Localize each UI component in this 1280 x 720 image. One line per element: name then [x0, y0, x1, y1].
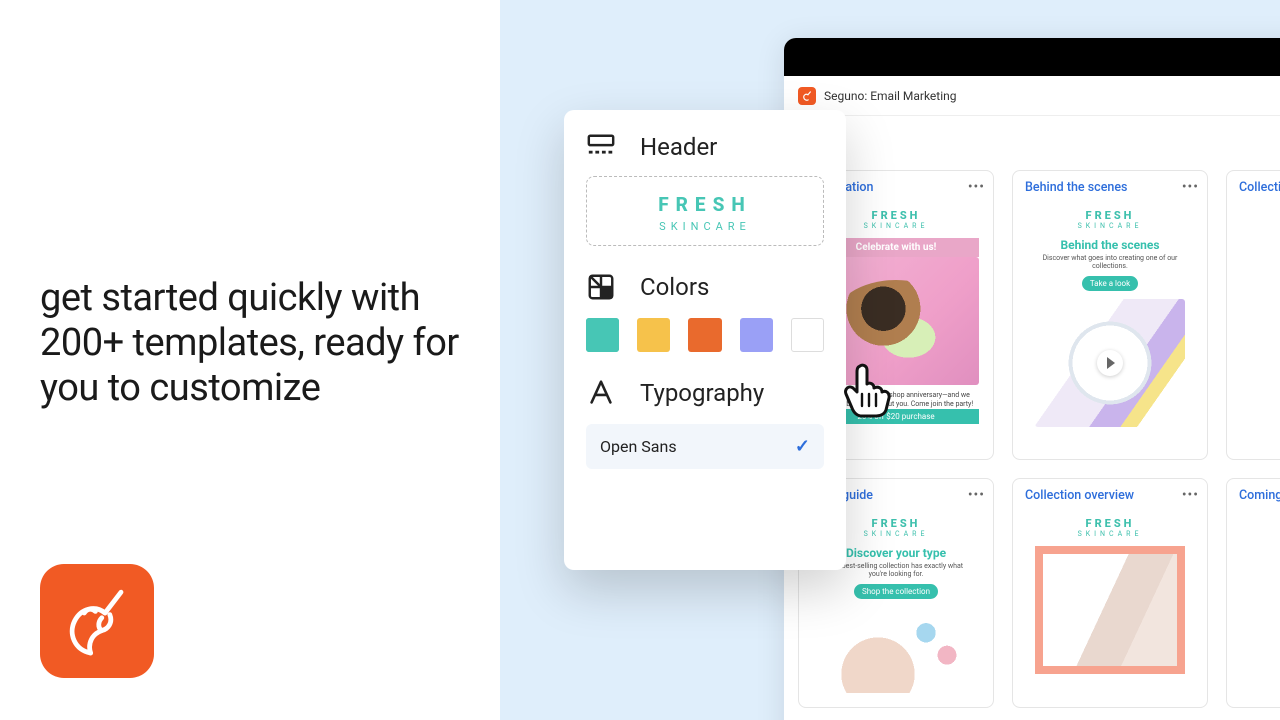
mock-title: Behind the scenes	[1035, 238, 1185, 252]
logo-line2: SKINCARE	[597, 220, 813, 233]
color-swatch[interactable]	[791, 318, 824, 352]
logo-dropzone[interactable]: FRESH SKINCARE	[586, 176, 824, 246]
customize-panel: Header FRESH SKINCARE Colors	[564, 110, 846, 570]
template-card[interactable]: Collecti ••• FRESHSKINCARE	[1226, 170, 1280, 460]
check-icon: ✓	[795, 436, 810, 457]
color-swatch[interactable]	[740, 318, 773, 352]
color-swatch[interactable]	[688, 318, 721, 352]
more-icon[interactable]: •••	[968, 179, 985, 195]
mock-brand: FRESH	[1249, 517, 1280, 530]
unicorn-icon	[57, 581, 137, 661]
color-swatch[interactable]	[586, 318, 619, 352]
app-name: Seguno: Email Marketing	[824, 89, 957, 103]
app-header: Seguno: Email Marketing	[784, 76, 1280, 116]
mock-cta: Shop the collection	[854, 584, 938, 599]
marketing-headline: get started quickly with 200+ templates,…	[40, 276, 470, 410]
brand-logo	[40, 564, 154, 678]
template-title: Behind the scenes	[1025, 180, 1127, 195]
templates-grid: celebration ••• FRESHSKINCARE Celebrate …	[784, 170, 1280, 708]
template-card[interactable]: Collection overview ••• FRESHSKINCARE	[1012, 478, 1208, 708]
mock-brand-sub: SKINCARE	[1035, 222, 1185, 230]
mock-image	[821, 607, 971, 693]
mock-image	[1035, 546, 1185, 674]
mock-brand: FRESH	[1035, 209, 1185, 222]
template-card[interactable]: Coming ••• FRESHSKINCARE	[1226, 478, 1280, 708]
template-title: Coming	[1239, 488, 1280, 503]
template-card[interactable]: Behind the scenes ••• FRESHSKINCARE Behi…	[1012, 170, 1208, 460]
pointer-cursor-icon	[840, 360, 892, 418]
colors-section-icon	[586, 272, 616, 302]
header-section-label: Header	[640, 133, 717, 161]
typography-section-icon	[586, 378, 616, 408]
mock-brand: FRESH	[1249, 209, 1280, 222]
more-icon[interactable]: •••	[1182, 179, 1199, 195]
mock-image	[1249, 238, 1280, 428]
font-selector[interactable]: Open Sans ✓	[586, 424, 824, 469]
mock-brand-sub: SKINCARE	[1249, 222, 1280, 230]
more-icon[interactable]: •••	[968, 487, 985, 503]
window-titlebar	[784, 38, 1280, 76]
color-swatches	[586, 318, 824, 352]
mock-cta: Take a look	[1082, 276, 1138, 291]
font-name: Open Sans	[600, 437, 677, 456]
play-icon	[1097, 350, 1123, 376]
colors-section-label: Colors	[640, 273, 709, 301]
typography-section-label: Typography	[640, 379, 764, 407]
app-icon	[798, 87, 816, 105]
mock-brand-sub: SKINCARE	[1035, 530, 1185, 538]
mock-subtitle: Discover what goes into creating one of …	[1035, 254, 1185, 270]
template-title: Collection overview	[1025, 488, 1134, 503]
mock-brand: FRESH	[1035, 517, 1185, 530]
template-title: Collecti	[1239, 180, 1280, 195]
mock-image	[1249, 546, 1280, 676]
logo-line1: FRESH	[597, 193, 813, 216]
color-swatch[interactable]	[637, 318, 670, 352]
mock-brand-sub: SKINCARE	[1249, 530, 1280, 538]
more-icon[interactable]: •••	[1182, 487, 1199, 503]
mock-image	[1035, 299, 1185, 427]
header-section-icon	[586, 132, 616, 162]
